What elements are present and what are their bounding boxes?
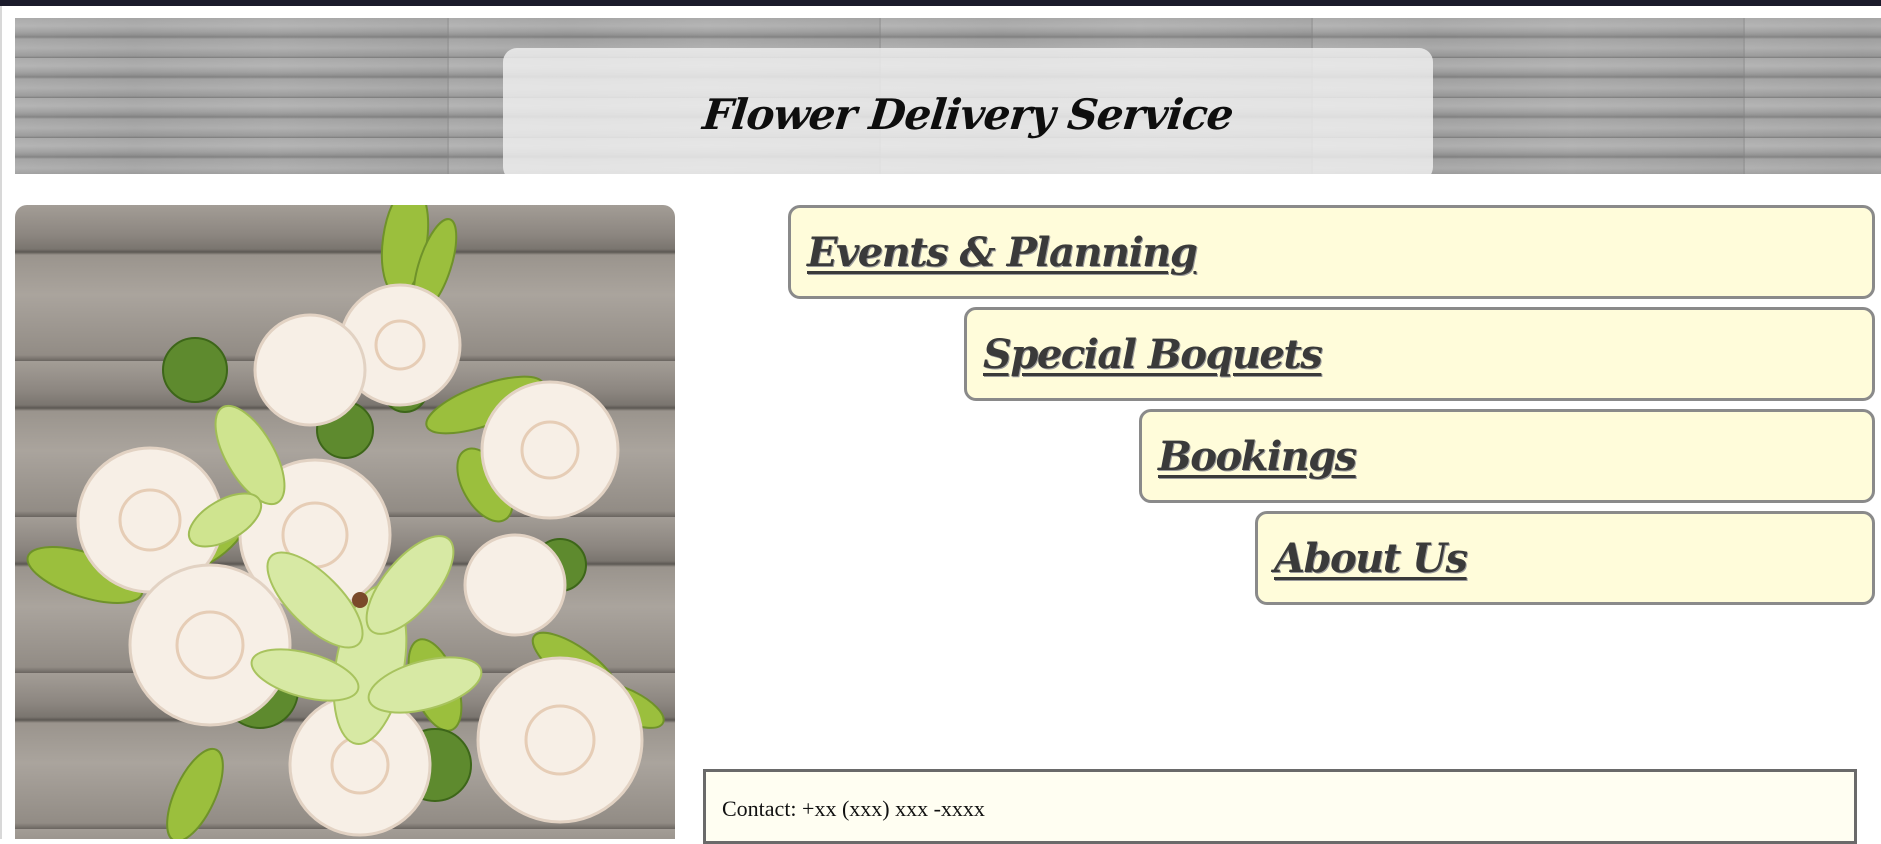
nav-item-bookings[interactable]: Bookings [1139,409,1875,503]
contact-text: Contact: +xx (xxx) xxx -xxxx [722,796,985,821]
left-edge [0,6,2,839]
top-bar [0,0,1881,6]
flower-bouquet-icon [26,205,665,839]
nav-link-special-boquets[interactable]: Special Boquets [983,331,1323,378]
nav-item-events-planning[interactable]: Events & Planning [788,205,1875,299]
nav-link-about-us[interactable]: About Us [1274,535,1468,582]
page-title: Flower Delivery Service [700,90,1236,139]
wood-seam [447,18,449,174]
title-panel: Flower Delivery Service [503,48,1433,174]
flower-bouquet-image [15,205,675,839]
nav-item-about-us[interactable]: About Us [1255,511,1875,605]
nav-link-events-planning[interactable]: Events & Planning [807,229,1198,276]
header-banner: Flower Delivery Service [15,18,1881,174]
wood-seam [1743,18,1745,174]
nav-item-special-boquets[interactable]: Special Boquets [964,307,1875,401]
nav-link-bookings[interactable]: Bookings [1158,433,1357,480]
contact-box: Contact: +xx (xxx) xxx -xxxx [703,769,1857,844]
